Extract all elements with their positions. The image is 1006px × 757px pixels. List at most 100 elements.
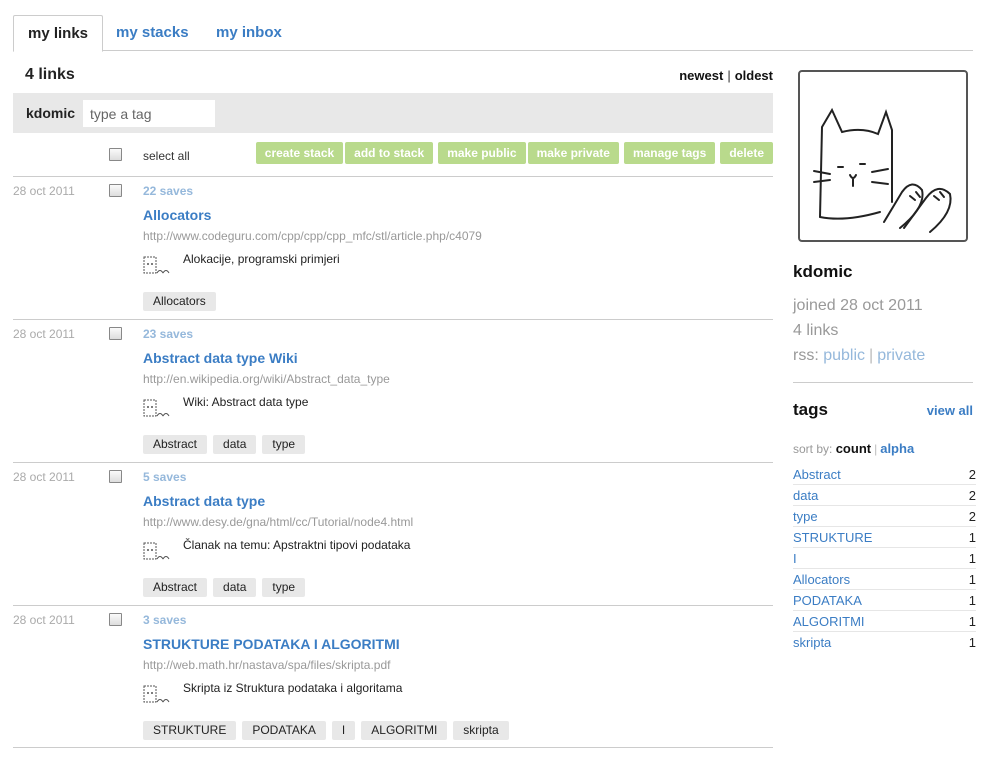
delete-button[interactable]: delete bbox=[720, 142, 773, 164]
link-checkbox[interactable] bbox=[109, 327, 122, 340]
link-title[interactable]: Abstract data type Wiki bbox=[143, 350, 298, 366]
saves-count[interactable]: 5 saves bbox=[143, 470, 186, 484]
link-date: 28 oct 2011 bbox=[13, 184, 75, 198]
link-url: http://web.math.hr/nastava/spa/files/skr… bbox=[143, 658, 391, 672]
select-all-checkbox[interactable] bbox=[109, 148, 122, 161]
link-checkbox[interactable] bbox=[109, 470, 122, 483]
rss-public-link[interactable]: public bbox=[823, 347, 865, 364]
link-note: Skripta iz Struktura podataka i algorita… bbox=[183, 681, 403, 695]
tag-chip[interactable]: Allocators bbox=[143, 292, 216, 311]
link-checkbox[interactable] bbox=[109, 184, 122, 197]
link-url: http://en.wikipedia.org/wiki/Abstract_da… bbox=[143, 372, 390, 386]
link-note: Alokacije, programski primjeri bbox=[183, 252, 340, 266]
tag-chip[interactable]: STRUKTURE bbox=[143, 721, 237, 740]
tag-count: 1 bbox=[968, 530, 976, 545]
view-all-tags-link[interactable]: view all bbox=[927, 403, 973, 418]
profile-username: kdomic bbox=[793, 262, 853, 281]
make-private-button[interactable]: make private bbox=[527, 142, 619, 164]
manage-tags-button[interactable]: manage tags bbox=[623, 142, 716, 164]
tag-list-item: I1 bbox=[793, 548, 976, 569]
add-to-stack-button[interactable]: add to stack bbox=[345, 142, 434, 164]
link-title[interactable]: Allocators bbox=[143, 207, 211, 223]
user-thumbnail-icon bbox=[143, 256, 170, 274]
tag-chip[interactable]: Abstract bbox=[143, 435, 208, 454]
select-all-label[interactable]: select all bbox=[143, 149, 190, 163]
tag-chip[interactable]: ALGORITMI bbox=[361, 721, 448, 740]
filter-bar: kdomic bbox=[13, 93, 773, 133]
tab-my-stacks[interactable]: my stacks bbox=[116, 15, 189, 51]
bulk-action-buttons: create stack add to stack make public ma… bbox=[255, 142, 773, 164]
rss-feeds: rss: public | private bbox=[793, 347, 925, 365]
saves-count[interactable]: 22 saves bbox=[143, 184, 193, 198]
tag-list-item: data 2 bbox=[793, 485, 976, 506]
tag-chip[interactable]: type bbox=[262, 578, 306, 597]
tag-count: 1 bbox=[968, 551, 976, 566]
filter-username[interactable]: kdomic bbox=[26, 105, 75, 121]
link-note: Wiki: Abstract data type bbox=[183, 395, 309, 409]
tag-list-item: STRUKTURE 1 bbox=[793, 527, 976, 548]
tab-my-inbox[interactable]: my inbox bbox=[216, 15, 282, 51]
tag-count: 1 bbox=[968, 614, 976, 629]
tag-name-link[interactable]: skripta bbox=[793, 635, 831, 650]
tag-list-item: ALGORITMI 1 bbox=[793, 611, 976, 632]
link-checkbox[interactable] bbox=[109, 613, 122, 626]
avatar[interactable] bbox=[798, 70, 968, 242]
saves-count[interactable]: 3 saves bbox=[143, 613, 186, 627]
tag-chip[interactable]: type bbox=[262, 435, 306, 454]
make-public-button[interactable]: make public bbox=[438, 142, 526, 164]
tag-name-link[interactable]: Abstract bbox=[793, 467, 841, 482]
tag-count: 1 bbox=[968, 635, 976, 650]
tag-chip[interactable]: skripta bbox=[453, 721, 509, 740]
sort-by-count[interactable]: count bbox=[836, 441, 871, 456]
user-thumbnail-icon bbox=[143, 685, 170, 703]
user-thumbnail-icon bbox=[143, 399, 170, 417]
sort-by-alpha[interactable]: alpha bbox=[880, 441, 914, 456]
link-date: 28 oct 2011 bbox=[13, 327, 75, 341]
link-tags: STRUKTURE PODATAKA I ALGORITMI skripta bbox=[143, 721, 509, 740]
tag-name-link[interactable]: data bbox=[793, 488, 818, 503]
tag-chip[interactable]: data bbox=[213, 435, 257, 454]
tag-list-item: PODATAKA 1 bbox=[793, 590, 976, 611]
link-date: 28 oct 2011 bbox=[13, 470, 75, 484]
tab-my-links[interactable]: my links bbox=[13, 15, 104, 52]
create-stack-button[interactable]: create stack bbox=[255, 142, 344, 164]
link-date: 28 oct 2011 bbox=[13, 613, 75, 627]
sort-newest-link[interactable]: newest bbox=[679, 68, 723, 83]
sort-separator: | bbox=[727, 68, 731, 83]
tag-list-item: type 2 bbox=[793, 506, 976, 527]
sort-oldest-link[interactable]: oldest bbox=[735, 68, 773, 83]
tags-heading: tags bbox=[793, 400, 828, 419]
link-item: 28 oct 2011 3 saves STRUKTURE PODATAKA I… bbox=[13, 605, 773, 748]
tag-chip[interactable]: data bbox=[213, 578, 257, 597]
rss-private-link[interactable]: private bbox=[877, 347, 925, 364]
sort-order: newest | oldest bbox=[679, 68, 773, 83]
sort-separator: | bbox=[874, 442, 878, 456]
rss-label: rss: bbox=[793, 347, 819, 364]
link-count: 4 links bbox=[25, 66, 75, 83]
tag-name-link[interactable]: Allocators bbox=[793, 572, 850, 587]
saves-count[interactable]: 23 saves bbox=[143, 327, 193, 341]
link-item: 28 oct 2011 23 saves Abstract data type … bbox=[13, 319, 773, 462]
tag-count: 2 bbox=[968, 488, 976, 503]
tag-name-link[interactable]: ALGORITMI bbox=[793, 614, 865, 629]
tag-chip[interactable]: I bbox=[331, 721, 356, 740]
tag-list-item: skripta 1 bbox=[793, 632, 976, 653]
tag-name-link[interactable]: STRUKTURE bbox=[793, 530, 872, 545]
link-list: 28 oct 2011 22 saves Allocators http://w… bbox=[13, 176, 773, 748]
tag-name-link[interactable]: type bbox=[793, 509, 818, 524]
tag-filter-input[interactable] bbox=[83, 100, 215, 127]
link-title[interactable]: STRUKTURE PODATAKA I ALGORITMI bbox=[143, 636, 400, 652]
tag-name-link[interactable]: PODATAKA bbox=[793, 593, 862, 608]
tag-chip[interactable]: PODATAKA bbox=[242, 721, 326, 740]
rss-separator: | bbox=[869, 347, 874, 364]
tag-chip[interactable]: Abstract bbox=[143, 578, 208, 597]
tag-sort: sort by: count | alpha bbox=[793, 441, 914, 456]
link-url: http://www.desy.de/gna/html/cc/Tutorial/… bbox=[143, 515, 414, 529]
link-title[interactable]: Abstract data type bbox=[143, 493, 265, 509]
sidebar-divider bbox=[793, 382, 973, 383]
tag-count: 2 bbox=[968, 467, 976, 482]
count-row: 4 links newest | oldest bbox=[13, 66, 773, 86]
sort-by-label: sort by: bbox=[793, 442, 833, 456]
tag-name-link[interactable]: I bbox=[793, 551, 797, 566]
link-note: Članak na temu: Apstraktni tipovi podata… bbox=[183, 538, 411, 552]
